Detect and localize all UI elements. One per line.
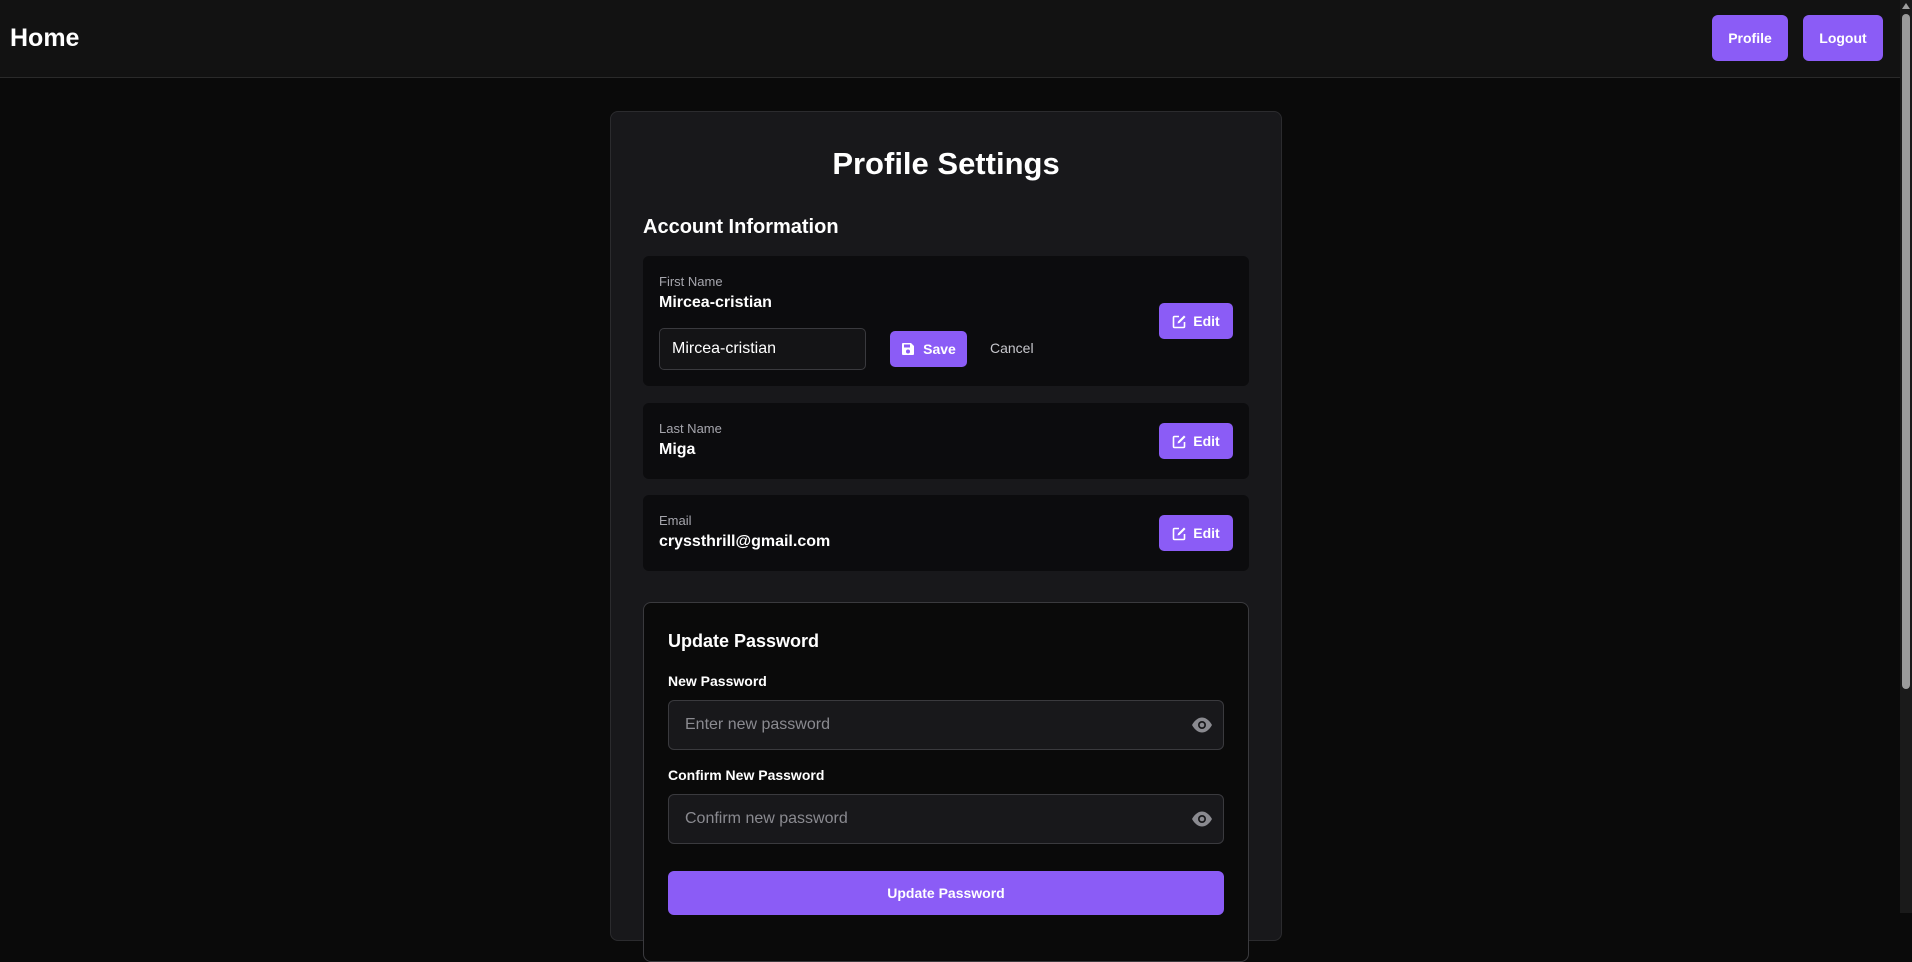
save-icon	[901, 342, 915, 356]
edit-icon	[1172, 434, 1187, 449]
update-password-heading: Update Password	[668, 631, 820, 651]
email-field: Email cryssthrill@gmail.com Edit	[643, 495, 1249, 571]
first-name-field: First Name Mircea-cristian Save Cancel E…	[643, 256, 1249, 386]
confirm-password-input[interactable]	[669, 795, 1169, 843]
edit-icon	[1172, 314, 1187, 329]
save-label: Save	[923, 341, 956, 357]
first-name-value: Mircea-cristian	[659, 294, 772, 311]
email-label: Email	[659, 513, 692, 528]
email-value: cryssthrill@gmail.com	[659, 533, 831, 550]
new-password-label: New Password	[668, 673, 767, 689]
first-name-input[interactable]	[659, 328, 866, 370]
confirm-password-label: Confirm New Password	[668, 767, 825, 783]
cancel-button[interactable]: Cancel	[990, 340, 1034, 356]
new-password-input[interactable]	[669, 701, 1169, 749]
profile-button[interactable]: Profile	[1712, 15, 1788, 61]
edit-label: Edit	[1193, 433, 1220, 449]
top-navbar: Home Profile Logout	[0, 0, 1900, 78]
last-name-field: Last Name Miga Edit	[643, 403, 1249, 479]
confirm-password-field	[668, 794, 1224, 844]
logout-button[interactable]: Logout	[1803, 15, 1883, 61]
edit-last-name-button[interactable]: Edit	[1159, 423, 1233, 459]
edit-label: Edit	[1193, 525, 1220, 541]
scroll-up-arrow-icon[interactable]	[1902, 3, 1910, 9]
scroll-thumb[interactable]	[1902, 14, 1910, 689]
last-name-label: Last Name	[659, 421, 722, 436]
update-password-button[interactable]: Update Password	[668, 871, 1224, 915]
eye-icon[interactable]	[1191, 716, 1213, 734]
page-title: Profile Settings	[832, 146, 1060, 181]
edit-email-button[interactable]: Edit	[1159, 515, 1233, 551]
home-link[interactable]: Home	[10, 24, 79, 53]
account-information-heading: Account Information	[643, 216, 839, 238]
page-scrollbar[interactable]	[1900, 0, 1912, 913]
eye-icon[interactable]	[1191, 810, 1213, 828]
edit-label: Edit	[1193, 313, 1220, 329]
first-name-label: First Name	[659, 274, 723, 289]
profile-settings-card: Profile Settings Account Information Fir…	[610, 111, 1282, 962]
new-password-field	[668, 700, 1224, 750]
save-button[interactable]: Save	[890, 331, 967, 367]
edit-first-name-button[interactable]: Edit	[1159, 303, 1233, 339]
last-name-value: Miga	[659, 441, 696, 458]
update-password-section: Update Password New Password Confirm New…	[643, 602, 1249, 962]
edit-icon	[1172, 526, 1187, 541]
